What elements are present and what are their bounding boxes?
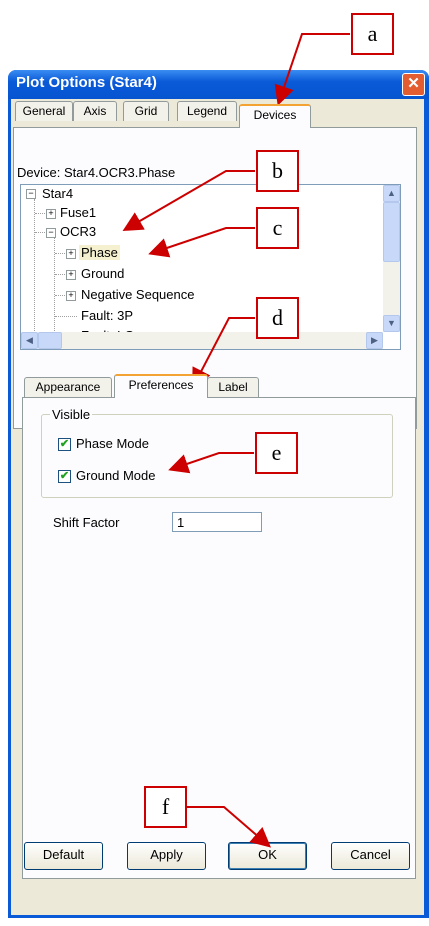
callout-c: c xyxy=(256,207,299,249)
tab-devices[interactable]: Devices xyxy=(239,104,311,128)
tab-general[interactable]: General xyxy=(15,101,73,121)
tree-vertical-scrollbar[interactable]: ▲ ▼ xyxy=(383,185,400,332)
tab-general-label: General xyxy=(22,104,66,118)
tree-item-label: Star4 xyxy=(42,186,74,201)
tree-item-label: Ground xyxy=(81,266,125,281)
tab-appearance[interactable]: Appearance xyxy=(24,377,112,397)
tab-legend-label: Legend xyxy=(186,104,228,118)
callout-e: e xyxy=(255,432,298,474)
expand-ground-icon[interactable]: + xyxy=(66,270,76,280)
collapse-ocr3-icon[interactable]: − xyxy=(46,228,56,238)
tab-label-label: Label xyxy=(218,380,248,394)
visible-group-legend: Visible xyxy=(50,407,93,422)
title-bar[interactable]: Plot Options (Star4) ✕ xyxy=(8,70,429,99)
expand-negative-sequence-icon[interactable]: + xyxy=(66,291,76,301)
tree-item-ocr3[interactable]: OCR3 xyxy=(60,224,96,239)
tab-label[interactable]: Label xyxy=(207,377,259,397)
shift-factor-label: Shift Factor xyxy=(53,515,120,530)
tab-legend[interactable]: Legend xyxy=(177,101,237,121)
callout-a: a xyxy=(351,13,394,55)
tab-appearance-label: Appearance xyxy=(35,380,101,394)
tab-preferences-label: Preferences xyxy=(128,378,194,392)
default-button[interactable]: Default xyxy=(24,842,103,870)
plot-options-window: Plot Options (Star4) ✕ General Axis Grid… xyxy=(8,70,429,918)
tree-item-negative-sequence[interactable]: Negative Sequence xyxy=(81,287,194,302)
callout-f: f xyxy=(144,786,187,828)
tab-axis-label: Axis xyxy=(83,104,107,118)
tree-item-label: Fault: 3P xyxy=(81,308,134,323)
expand-fuse1-icon[interactable]: + xyxy=(46,209,56,219)
shift-factor-input[interactable]: 1 xyxy=(172,512,262,532)
tree-item-label: Fuse1 xyxy=(60,205,97,220)
scroll-right-icon[interactable]: ▶ xyxy=(366,332,383,349)
tab-preferences[interactable]: Preferences xyxy=(114,374,208,398)
device-value: Star4.OCR3.Phase xyxy=(63,165,176,180)
tree-item-phase[interactable]: Phase xyxy=(79,245,120,260)
device-label: Device: xyxy=(17,165,61,180)
vertical-scroll-thumb[interactable] xyxy=(383,202,400,262)
tab-axis[interactable]: Axis xyxy=(73,101,117,121)
ground-mode-checkbox[interactable]: ✔ xyxy=(58,470,71,483)
cancel-button[interactable]: Cancel xyxy=(331,842,410,870)
dialog-client: General Axis Grid Legend Devices Device:… xyxy=(11,99,424,915)
tree-item-star4[interactable]: Star4 xyxy=(42,186,73,201)
close-icon[interactable]: ✕ xyxy=(402,73,425,96)
collapse-star4-icon[interactable]: − xyxy=(26,189,36,199)
tab-grid[interactable]: Grid xyxy=(123,101,169,121)
tab-grid-label: Grid xyxy=(134,104,158,118)
scroll-left-icon[interactable]: ◀ xyxy=(21,332,38,349)
tree-item-ground[interactable]: Ground xyxy=(81,266,124,281)
tab-devices-label: Devices xyxy=(253,108,297,122)
scroll-up-icon[interactable]: ▲ xyxy=(383,185,400,202)
horizontal-scroll-thumb[interactable] xyxy=(38,332,62,349)
scroll-down-icon[interactable]: ▼ xyxy=(383,315,400,332)
phase-mode-checkbox[interactable]: ✔ xyxy=(58,438,71,451)
phase-mode-label: Phase Mode xyxy=(76,436,149,451)
tree-item-label: Negative Sequence xyxy=(81,287,195,302)
ground-mode-label: Ground Mode xyxy=(76,468,156,483)
device-tree[interactable]: − Star4 + Fuse1 − OCR3 + Phase + Ground … xyxy=(20,184,401,350)
callout-b: b xyxy=(256,150,299,192)
device-readout: Device: Star4.OCR3.Phase xyxy=(17,165,175,180)
tree-item-label: Phase xyxy=(81,245,118,260)
tree-item-label: OCR3 xyxy=(60,224,97,239)
tree-item-fuse1[interactable]: Fuse1 xyxy=(60,205,96,220)
window-title: Plot Options (Star4) xyxy=(16,74,157,91)
tree-item-fault-3p[interactable]: Fault: 3P xyxy=(81,308,133,323)
visible-group: Visible ✔ Phase Mode ✔ Ground Mode xyxy=(41,407,393,498)
ok-button[interactable]: OK xyxy=(228,842,307,870)
tree-horizontal-scrollbar[interactable]: ◀ ▶ xyxy=(21,332,383,349)
expand-phase-icon[interactable]: + xyxy=(66,249,76,259)
apply-button[interactable]: Apply xyxy=(127,842,206,870)
callout-d: d xyxy=(256,297,299,339)
